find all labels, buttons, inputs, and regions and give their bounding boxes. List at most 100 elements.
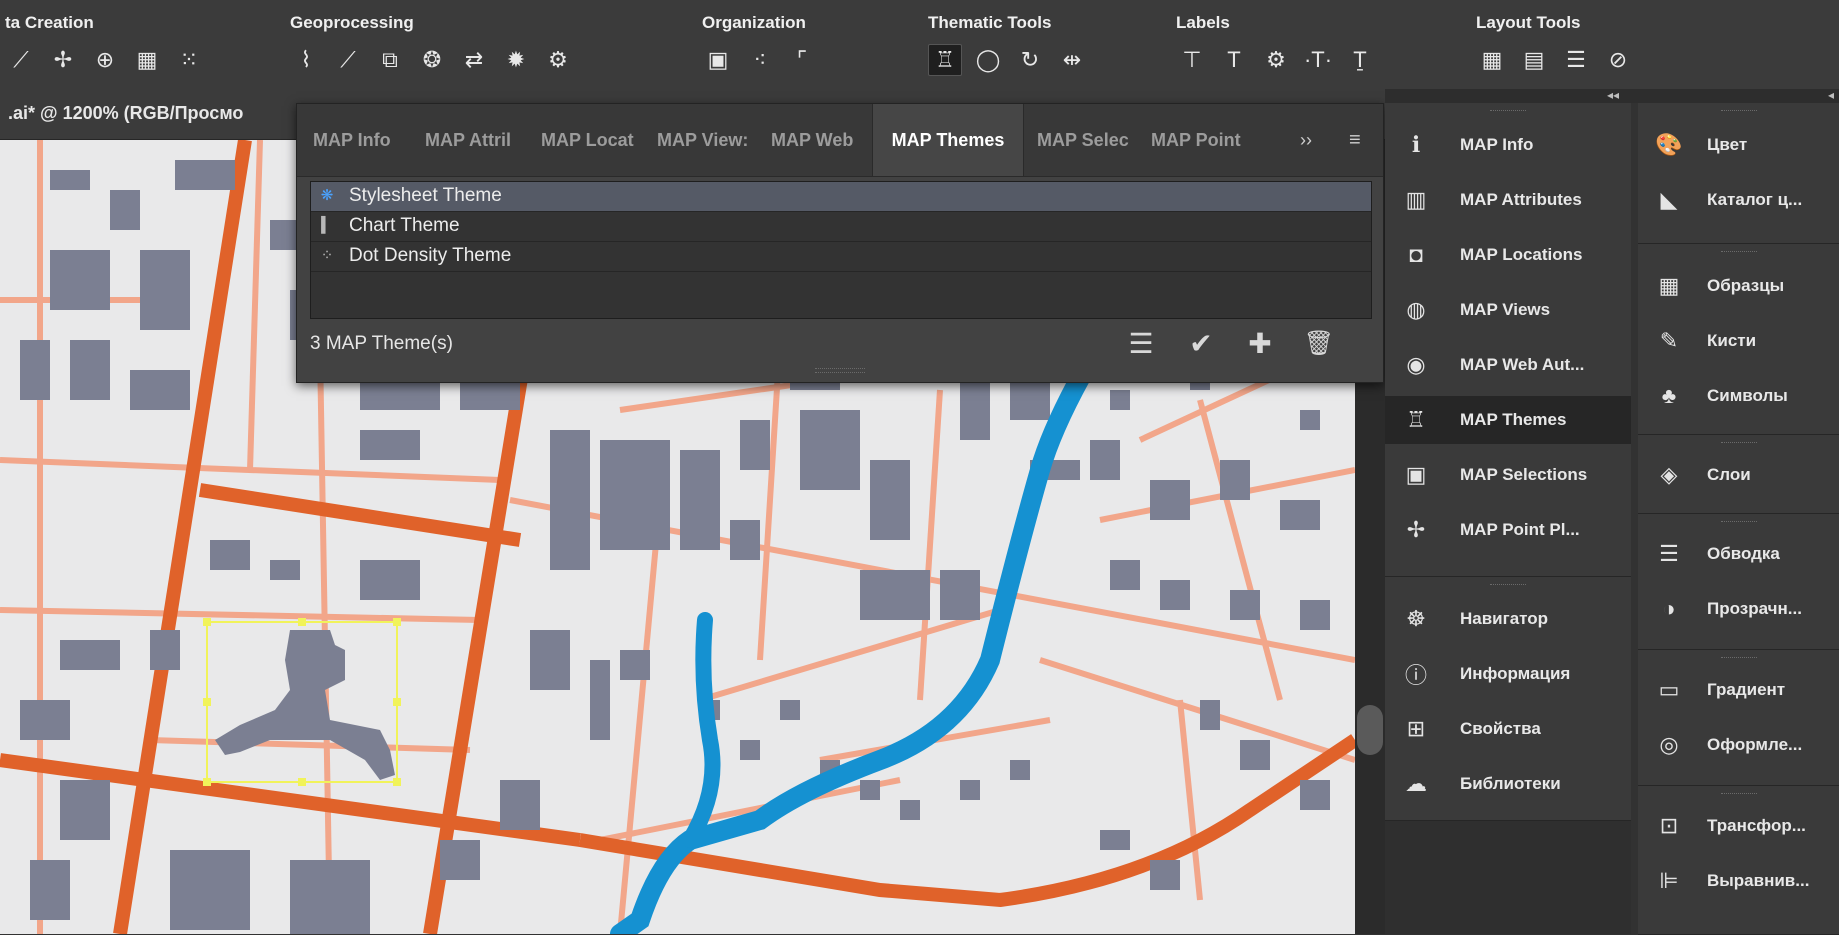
dock-item-map-point[interactable]: ✢ MAP Point Pl... <box>1385 506 1631 554</box>
dissolve-icon[interactable]: ❂ <box>416 45 448 75</box>
toolbar-group-label: Thematic Tools <box>928 13 1052 32</box>
themes-icon[interactable]: ♖ <box>928 44 962 76</box>
split-points-icon[interactable]: ⁙ <box>173 45 205 75</box>
dock-group-grip[interactable] <box>1638 244 1839 258</box>
dock-group-grip[interactable] <box>1638 786 1839 800</box>
dock-item-info[interactable]: ⓘ Информация <box>1385 650 1631 698</box>
dock-item-color[interactable]: 🎨 Цвет <box>1638 121 1839 169</box>
toolbar-group-label: Organization <box>702 13 806 32</box>
dock-group-grip[interactable] <box>1638 103 1839 117</box>
dock-item-label: MAP Point Pl... <box>1460 520 1580 539</box>
collapse-panels-icon[interactable]: ◂◂ <box>1607 88 1619 102</box>
color-guide-icon: ◣ <box>1660 187 1678 212</box>
compass-icon[interactable]: ⊘ <box>1602 45 1634 75</box>
tab-map-themes[interactable]: MAP Themes <box>872 104 1024 176</box>
dock-item-libraries[interactable]: ☁ Библиотеки <box>1385 760 1631 808</box>
dock-item-transform[interactable]: ⊡ Трансфор... <box>1638 802 1839 850</box>
map-attributes-icon: ▥ <box>1405 187 1427 212</box>
draw-line-icon[interactable]: ⟋ <box>5 45 37 75</box>
dock-item-label: Свойства <box>1460 719 1541 738</box>
dock-group-stroke: ☰ Обводка ◑ Прозрачн... <box>1638 514 1839 650</box>
tab-map-locations[interactable]: MAP Locat <box>541 104 643 176</box>
tab-map-attributes[interactable]: MAP Attril <box>425 104 527 176</box>
dock-item-map-views[interactable]: ◍ MAP Views <box>1385 286 1631 334</box>
transparency-icon: ◑ <box>1662 596 1676 621</box>
dock-item-label: MAP Info <box>1460 135 1534 154</box>
list-item[interactable]: ⁘ Dot Density Theme <box>311 242 1371 272</box>
dock-item-brushes[interactable]: ✎ Кисти <box>1638 317 1839 365</box>
toolbar-group-label: Labels <box>1176 13 1230 32</box>
dock-item-color-guide[interactable]: ◣ Каталог ц... <box>1638 176 1839 224</box>
scrollbar-thumb[interactable] <box>1357 705 1383 755</box>
label-settings-icon[interactable]: ⚙ <box>1260 45 1292 75</box>
table-icon[interactable]: ▦ <box>131 45 163 75</box>
list-icon[interactable]: ☰ <box>1123 325 1159 361</box>
tab-map-selections[interactable]: MAP Selec <box>1037 104 1139 176</box>
scatter-icon[interactable]: ⁖ <box>744 45 776 75</box>
tab-map-point[interactable]: MAP Point <box>1151 104 1263 176</box>
dock-item-label: Трансфор... <box>1707 816 1806 835</box>
legend-icon[interactable]: ▤ <box>1518 45 1550 75</box>
clip-icon[interactable]: ⧉ <box>374 45 406 75</box>
dock-item-map-web[interactable]: ◉ MAP Web Aut... <box>1385 341 1631 389</box>
list-item[interactable]: ❋ Stylesheet Theme <box>311 182 1371 212</box>
dock-item-map-attributes[interactable]: ▥ MAP Attributes <box>1385 176 1631 224</box>
collapse-panels-icon[interactable]: ◂ <box>1828 88 1834 102</box>
add-location-icon[interactable]: ⊕ <box>89 45 121 75</box>
list-item[interactable]: ▍ Chart Theme <box>311 212 1371 242</box>
dock-group-transform: ⊡ Трансфор... ⊫ Выравнив... <box>1638 786 1839 935</box>
add-points-icon[interactable]: ✢ <box>47 45 79 75</box>
dock-group-grip[interactable] <box>1385 103 1631 117</box>
dock-item-navigator[interactable]: ☸ Навигатор <box>1385 595 1631 643</box>
dock-item-map-info[interactable]: ℹ MAP Info <box>1385 121 1631 169</box>
dock-item-map-themes[interactable]: ♖ MAP Themes <box>1385 396 1631 444</box>
fit-icon[interactable]: ⇹ <box>1056 45 1088 75</box>
gear-grid-icon[interactable]: ⚙ <box>542 45 574 75</box>
process-icon[interactable]: ✹ <box>500 45 532 75</box>
dock-item-map-locations[interactable]: ◘ MAP Locations <box>1385 231 1631 279</box>
dock-item-label: Градиент <box>1707 680 1786 699</box>
add-label-icon[interactable]: ⊤ <box>1176 45 1208 75</box>
dock-item-label: Слои <box>1707 465 1751 484</box>
dock-group-grip[interactable] <box>1638 514 1839 528</box>
dock-item-properties[interactable]: ⊞ Свойства <box>1385 705 1631 753</box>
dock-group-grip[interactable] <box>1638 650 1839 664</box>
frame-icon[interactable]: ▣ <box>702 45 734 75</box>
dock-item-swatches[interactable]: ▦ Образцы <box>1638 262 1839 310</box>
dock-item-layers[interactable]: ◈ Слои <box>1638 451 1839 499</box>
dock-item-appearance[interactable]: ◎ Оформле... <box>1638 721 1839 769</box>
dock-item-map-selections[interactable]: ▣ MAP Selections <box>1385 451 1631 499</box>
panel-resize-grip[interactable] <box>815 368 865 373</box>
swap-icon[interactable]: ⇄ <box>458 45 490 75</box>
document-title[interactable]: .ai* @ 1200% (RGB/Просмо <box>8 103 243 124</box>
tab-map-views[interactable]: MAP View: <box>657 104 757 176</box>
tab-map-web[interactable]: MAP Web <box>771 104 869 176</box>
dock-group-grip[interactable] <box>1638 435 1839 449</box>
dock-item-align[interactable]: ⊫ Выравнив... <box>1638 857 1839 905</box>
simplify-path-icon[interactable]: ⌇ <box>290 45 322 75</box>
dock-item-gradient[interactable]: ▭ Градиент <box>1638 666 1839 714</box>
add-icon[interactable]: ✚ <box>1242 325 1278 361</box>
scale-bar-icon[interactable]: ☰ <box>1560 45 1592 75</box>
more-tabs-button[interactable]: ›› <box>1300 104 1312 176</box>
grid-icon[interactable]: ▦ <box>1476 45 1508 75</box>
label-text-icon[interactable]: T <box>1218 45 1250 75</box>
tab-map-info[interactable]: MAP Info <box>313 104 403 176</box>
extent-icon[interactable]: ⌜ <box>786 45 818 75</box>
check-icon[interactable]: ✔ <box>1183 325 1219 361</box>
dock-group-tools: ☸ Навигатор ⓘ Информация ⊞ Свойства ☁ Би… <box>1385 577 1631 821</box>
dock-item-label: Информация <box>1460 664 1571 683</box>
dock-item-stroke[interactable]: ☰ Обводка <box>1638 530 1839 578</box>
delete-icon[interactable]: 🗑 <box>1301 325 1337 361</box>
top-toolbar: ta Creation ⟋ ✢ ⊕ ▦ ⁙ Geoprocessing ⌇ ⟋ … <box>0 0 1839 90</box>
dock-item-transparency[interactable]: ◑ Прозрачн... <box>1638 585 1839 633</box>
text-baseline-icon[interactable]: Ṯ <box>1344 45 1376 75</box>
smooth-path-icon[interactable]: ⟋ <box>332 45 364 75</box>
dock-item-label: Оформле... <box>1707 735 1803 754</box>
ellipse-icon[interactable]: ◯ <box>972 45 1004 75</box>
text-spacing-icon[interactable]: ·T· <box>1302 45 1334 75</box>
dock-group-grip[interactable] <box>1385 577 1631 591</box>
dock-item-symbols[interactable]: ♣ Символы <box>1638 372 1839 420</box>
rotate-icon[interactable]: ↻ <box>1014 45 1046 75</box>
panel-menu-icon[interactable]: ≡ <box>1349 104 1361 176</box>
